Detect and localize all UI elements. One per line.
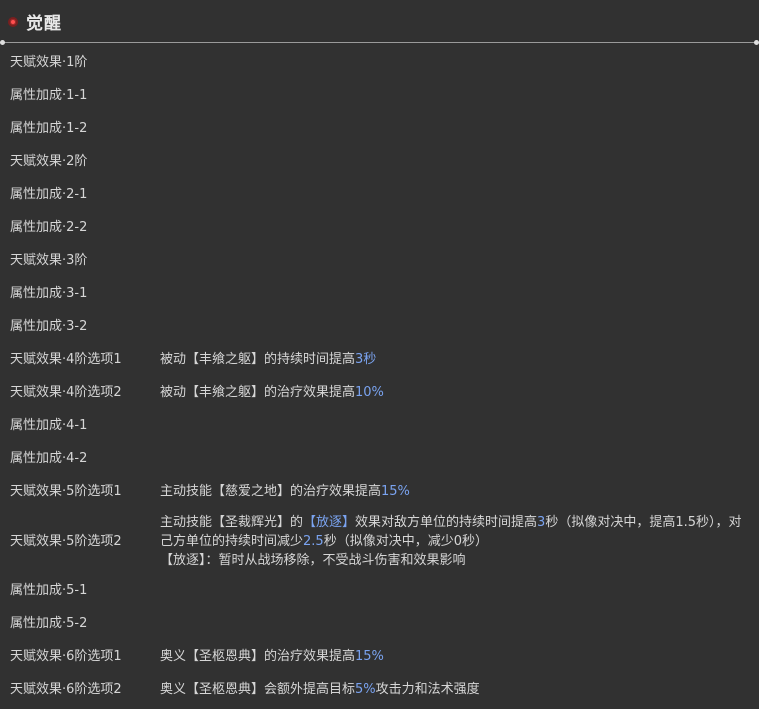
effect-text: 主动技能【圣裁辉光】的 [160,514,304,530]
row-name: 属性加成·5-2 [10,616,88,631]
header-divider [0,40,759,45]
list-item: 天赋效果·5阶选项1 主动技能【慈爱之地】的治疗效果提高15% [0,475,759,508]
effect-text: 被动【丰飨之躯】的治疗效果提高 [160,385,356,400]
row-name: 天赋效果·6阶选项1 [10,649,122,664]
row-name: 属性加成·4-1 [10,418,88,433]
effect-text: 攻击力和法术强度 [375,682,480,697]
list-item: 天赋效果·4阶选项1 被动【丰飨之躯】的持续时间提高3秒 [0,343,759,376]
row-name: 属性加成·3-1 [10,286,88,301]
effect-line: 【放逐】：暂时从战场移除，不受战斗伤害和效果影响 [160,551,751,570]
list-item: 属性加成·1-2 [0,112,759,145]
highlight-value: 3秒 [355,352,377,367]
row-effect: 被动【丰飨之躯】的持续时间提高3秒 [160,350,759,369]
list-item: 天赋效果·6阶选项2 奥义【圣柩恩典】会额外提高目标5%攻击力和法术强度 [0,673,759,706]
highlight-value: 2.5 [303,533,324,549]
row-effect: 奥义【圣柩恩典】的治疗效果提高15% [160,647,759,666]
row-name: 属性加成·2-2 [10,220,88,235]
awakening-list: 天赋效果·1阶 属性加成·1-1 属性加成·1-2 天赋效果·2阶 属性加成·2-1 属性… [0,43,759,706]
list-item: 天赋效果·6阶选项1 奥义【圣柩恩典】的治疗效果提高15% [0,640,759,673]
row-effect: 主动技能【慈爱之地】的治疗效果提高15% [160,482,759,501]
row-name: 天赋效果·5阶选项1 [10,484,122,499]
effect-line: 主动技能【慈爱之地】的治疗效果提高15% [160,482,751,501]
effect-text: 奥义【圣柩恩典】的治疗效果提高 [160,649,356,664]
list-item: 天赋效果·2阶 [0,145,759,178]
effect-line: 被动【丰飨之躯】的持续时间提高3秒 [160,350,751,369]
list-item: 天赋效果·4阶选项2 被动【丰飨之躯】的治疗效果提高10% [0,376,759,409]
row-effect: 主动技能【圣裁辉光】的【放逐】效果对敌方单位的持续时间提高3秒（拟像对决中，提高… [160,513,759,570]
row-name: 天赋效果·4阶选项2 [10,385,122,400]
effect-text: 被动【丰飨之躯】的持续时间提高 [160,352,356,367]
list-item: 天赋效果·1阶 [0,46,759,79]
section-header: 觉醒 [0,0,759,45]
highlight-value: 【放逐】 [303,514,356,530]
highlight-value: 5% [355,682,376,697]
effect-text: 秒（拟像对决中，减少0秒） [323,533,488,549]
effect-line: 主动技能【圣裁辉光】的【放逐】效果对敌方单位的持续时间提高3秒（拟像对决中，提高… [160,513,751,551]
list-item: 属性加成·3-1 [0,277,759,310]
row-name: 天赋效果·1阶 [10,55,88,70]
row-name: 属性加成·1-1 [10,88,88,103]
list-item: 属性加成·2-1 [0,178,759,211]
row-effect: 被动【丰飨之躯】的治疗效果提高10% [160,383,759,402]
list-item: 属性加成·5-1 [0,574,759,607]
row-name: 天赋效果·4阶选项1 [10,352,122,367]
row-name: 属性加成·4-2 [10,451,88,466]
effect-line: 奥义【圣柩恩典】会额外提高目标5%攻击力和法术强度 [160,680,751,699]
highlight-value: 10% [355,385,384,400]
effect-text: 主动技能【慈爱之地】的治疗效果提高 [160,484,382,499]
red-dot-icon [8,16,18,27]
effect-text: 效果对敌方单位的持续时间提高 [355,514,538,530]
list-item: 属性加成·4-1 [0,409,759,442]
row-name: 天赋效果·2阶 [10,154,88,169]
section-title: 觉醒 [26,14,62,34]
effect-text: 【放逐】：暂时从战场移除，不受战斗伤害和效果影响 [160,552,466,568]
list-item: 属性加成·1-1 [0,79,759,112]
highlight-value: 15% [381,484,410,499]
list-item: 属性加成·3-2 [0,310,759,343]
list-item: 天赋效果·5阶选项2 主动技能【圣裁辉光】的【放逐】效果对敌方单位的持续时间提高3… [0,508,759,574]
row-name: 属性加成·2-1 [10,187,88,202]
row-name: 天赋效果·5阶选项2 [10,533,122,549]
row-name: 天赋效果·6阶选项2 [10,682,122,697]
row-effect: 奥义【圣柩恩典】会额外提高目标5%攻击力和法术强度 [160,680,759,699]
list-item: 属性加成·4-2 [0,442,759,475]
effect-line: 被动【丰飨之躯】的治疗效果提高10% [160,383,751,402]
highlight-value: 15% [355,649,384,664]
row-name: 属性加成·5-1 [10,583,88,598]
list-item: 属性加成·5-2 [0,607,759,640]
row-name: 属性加成·3-2 [10,319,88,334]
row-name: 属性加成·1-2 [10,121,88,136]
list-item: 属性加成·2-2 [0,211,759,244]
row-name: 天赋效果·3阶 [10,253,88,268]
list-item: 天赋效果·3阶 [0,244,759,277]
effect-text: 奥义【圣柩恩典】会额外提高目标 [160,682,356,697]
effect-line: 奥义【圣柩恩典】的治疗效果提高15% [160,647,751,666]
